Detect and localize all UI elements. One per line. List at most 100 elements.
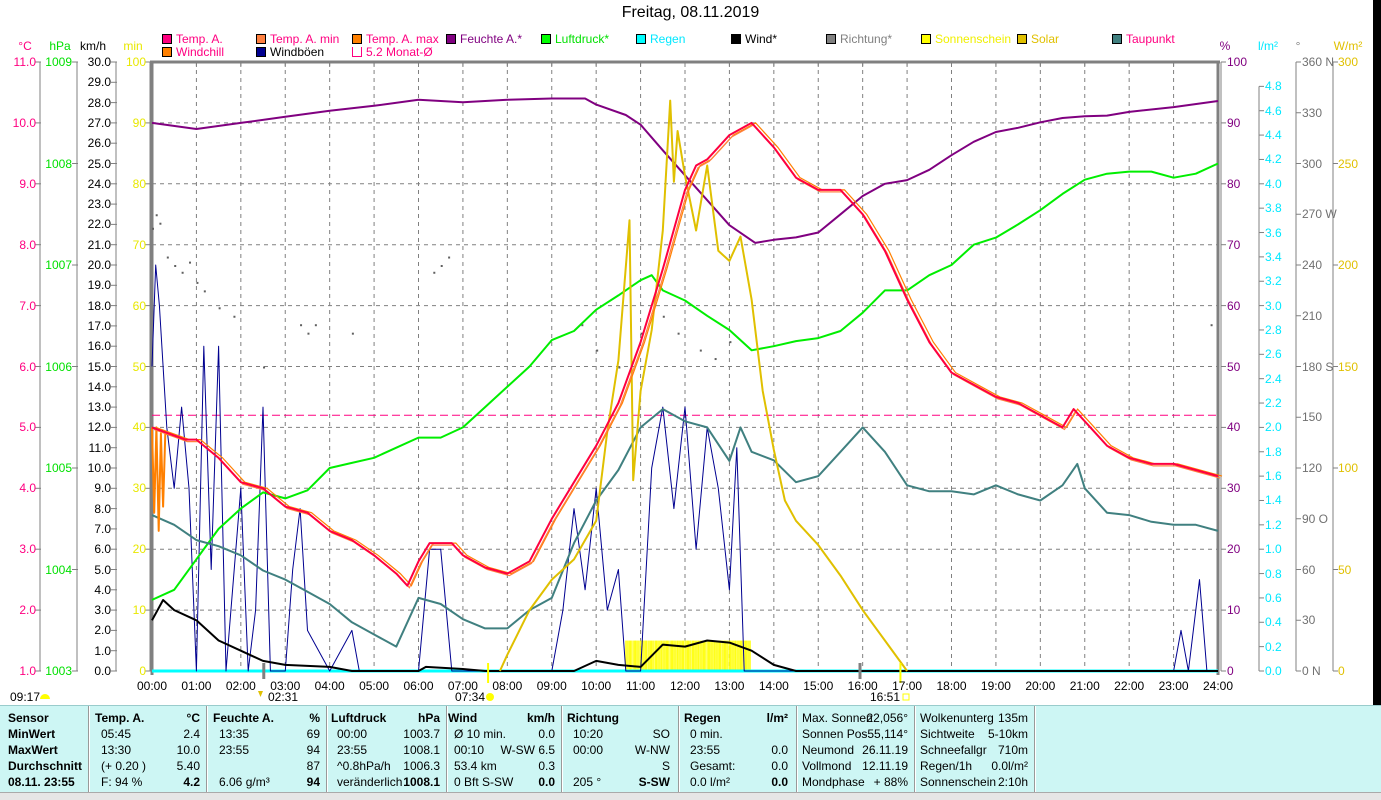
axis-tick-label-min: 0: [139, 664, 146, 678]
axis-tick-label-kmh: 15.0: [87, 359, 111, 374]
axis-tick-label-temp: 3.0: [19, 542, 36, 557]
axis-unit-min: min: [123, 39, 143, 53]
panel-row: Sonnenschein 2:10h: [920, 774, 1028, 790]
panel-value: W-SW 6.5: [500, 743, 555, 757]
panel-value: 69: [306, 727, 320, 741]
panel-value: + 88%: [873, 775, 908, 789]
axis-tick-label-pct: 90: [1227, 115, 1241, 130]
panel-label: Feuchte A.: [213, 711, 274, 725]
direction-dot: [448, 256, 451, 259]
panel-label: Richtung: [567, 711, 619, 725]
panel-value: 22,056°: [866, 711, 908, 725]
axis-tick-label-pct: 80: [1227, 176, 1241, 191]
axis-tick-label-rain: 4.2: [1265, 152, 1282, 167]
axis-tick-label-rain: 2.6: [1265, 347, 1282, 362]
direction-dot: [166, 256, 169, 259]
panel-row: Mondphase + 88%: [802, 774, 908, 790]
panel-row: F: 94 % 4.2: [95, 774, 200, 790]
axis-tick-label-rain: 0.8: [1265, 566, 1282, 581]
panel-row: 87: [213, 758, 320, 774]
panel-separator: [1034, 706, 1036, 792]
axis-tick-label-temp: 10.0: [12, 115, 36, 130]
direction-dot: [596, 349, 599, 352]
axis-tick-label-hpa: 1004: [45, 562, 72, 577]
panel-value: -55,114°: [863, 727, 908, 741]
axis-tick-label-min: 70: [132, 237, 146, 252]
axis-tick-label-hpa: 1003: [45, 664, 72, 678]
axis-tick-label-rain: 3.4: [1265, 249, 1282, 264]
axis-tick-label-kmh: 20.0: [87, 258, 111, 272]
panel-value: %: [309, 711, 320, 725]
axis-tick-label-kmh: 7.0: [94, 521, 111, 536]
panel-row: Vollmond 12.11.19: [802, 758, 908, 774]
panel-label: Wolkenunterg: [920, 711, 994, 725]
axis-tick-label-hpa: 1006: [45, 359, 72, 374]
axis-tick-label-rain: 1.2: [1265, 517, 1282, 532]
axis-tick-label-deg: 210: [1302, 308, 1323, 323]
axis-tick-label-kmh: 12.0: [87, 420, 111, 435]
weather-chart: [35, 60, 1338, 701]
panel-row: Regen/1h 0.0l/m²: [920, 758, 1028, 774]
sunset-time: 16:51: [870, 690, 901, 704]
panel-label: Max. Sonnen: [802, 711, 873, 725]
panel-label: 0.0 l/m²: [690, 775, 731, 789]
panel-column: Sensor MinWert MaxWert Durchschnitt 08.11. 2…: [8, 710, 86, 790]
panel-value: 0.0l/m²: [991, 759, 1028, 773]
panel-value: km/h: [526, 711, 555, 725]
axis-tick-label-deg: 0 N: [1302, 664, 1321, 678]
panel-separator: [326, 706, 328, 792]
panel-label: veränderlich: [337, 775, 403, 789]
direction-dot: [196, 281, 199, 284]
panel-row: S: [567, 758, 670, 774]
axis-tick-label-wm2: 200: [1338, 258, 1359, 272]
panel-label: MinWert: [8, 727, 56, 741]
direction-dot: [174, 265, 177, 267]
axis-tick-label-wm2: 100: [1338, 461, 1359, 475]
direction-dot: [181, 271, 184, 274]
sunrise-time: 07:34: [455, 690, 486, 704]
series-solar-line: [498, 99, 908, 672]
axis-tick-label-rain: 3.0: [1265, 298, 1282, 313]
panel-row: 23:55 94: [213, 742, 320, 758]
panel-row: Sonnen Pos -55,114°: [802, 726, 908, 742]
axis-tick-label-wm2: 150: [1338, 359, 1359, 374]
axis-tick-label-deg: 60: [1302, 562, 1316, 577]
panel-column: Wind km/h Ø 10 min. 0.0 00:10 W-SW 6.5 53.4 km…: [448, 710, 555, 790]
panel-row: 08.11. 23:55: [8, 774, 86, 790]
axis-tick-label-temp: 6.0: [19, 359, 36, 374]
axis-tick-label-pct: 30: [1227, 481, 1241, 496]
axis-tick-label-min: 60: [132, 298, 146, 313]
axis-tick-label-deg: 30: [1302, 613, 1316, 628]
axis-tick-label-kmh: 28.0: [87, 95, 111, 110]
panel-row: Gesamt: 0.0: [684, 758, 788, 774]
direction-dot: [351, 332, 354, 335]
panel-value: 0.0: [771, 743, 788, 757]
direction-dot: [440, 265, 443, 267]
panel-column: Luftdruck hPa 00:00 1003.7 23:55 1008.1 ^0.8hP…: [331, 710, 440, 790]
direction-dot: [699, 349, 702, 352]
axis-tick-label-rain: 1.6: [1265, 469, 1282, 484]
direction-dot: [433, 271, 436, 274]
axis-tick-label-kmh: 18.0: [87, 298, 111, 313]
panel-label: Vollmond: [802, 759, 852, 773]
panel-row: veränderlich 1008.1: [331, 774, 440, 790]
summary-panel: Sensor MinWert MaxWert Durchschnitt 08.11. 2…: [0, 705, 1381, 792]
panel-row: Feuchte A.%: [213, 710, 320, 726]
axis-tick-label-kmh: 22.0: [87, 217, 111, 232]
panel-value: 1008.1: [403, 743, 440, 757]
panel-label: 10:20: [573, 727, 604, 741]
panel-row: (+ 0.20 ) 5.40: [95, 758, 200, 774]
axis-tick-label-min: 20: [132, 542, 146, 557]
panel-row: 0 min.: [684, 726, 788, 742]
axis-tick-label-pct: 60: [1227, 298, 1241, 313]
panel-column: Wolkenunterg 135m Sichtweite 5-10km Schneefa…: [920, 710, 1028, 790]
axis-tick-label-rain: 0.6: [1265, 590, 1282, 605]
axis-tick-label-kmh: 1.0: [94, 643, 111, 658]
panel-column: Max. Sonnen 22,056° Sonnen Pos -55,114° Neum…: [802, 710, 908, 790]
panel-row: Wolkenunterg 135m: [920, 710, 1028, 726]
panel-label: Gesamt:: [690, 759, 736, 773]
panel-row: 00:10 W-SW 6.5: [448, 742, 555, 758]
panel-value: 26.11.19: [862, 743, 908, 757]
direction-dot: [263, 366, 266, 369]
panel-label: Schneefallgr: [920, 743, 987, 757]
